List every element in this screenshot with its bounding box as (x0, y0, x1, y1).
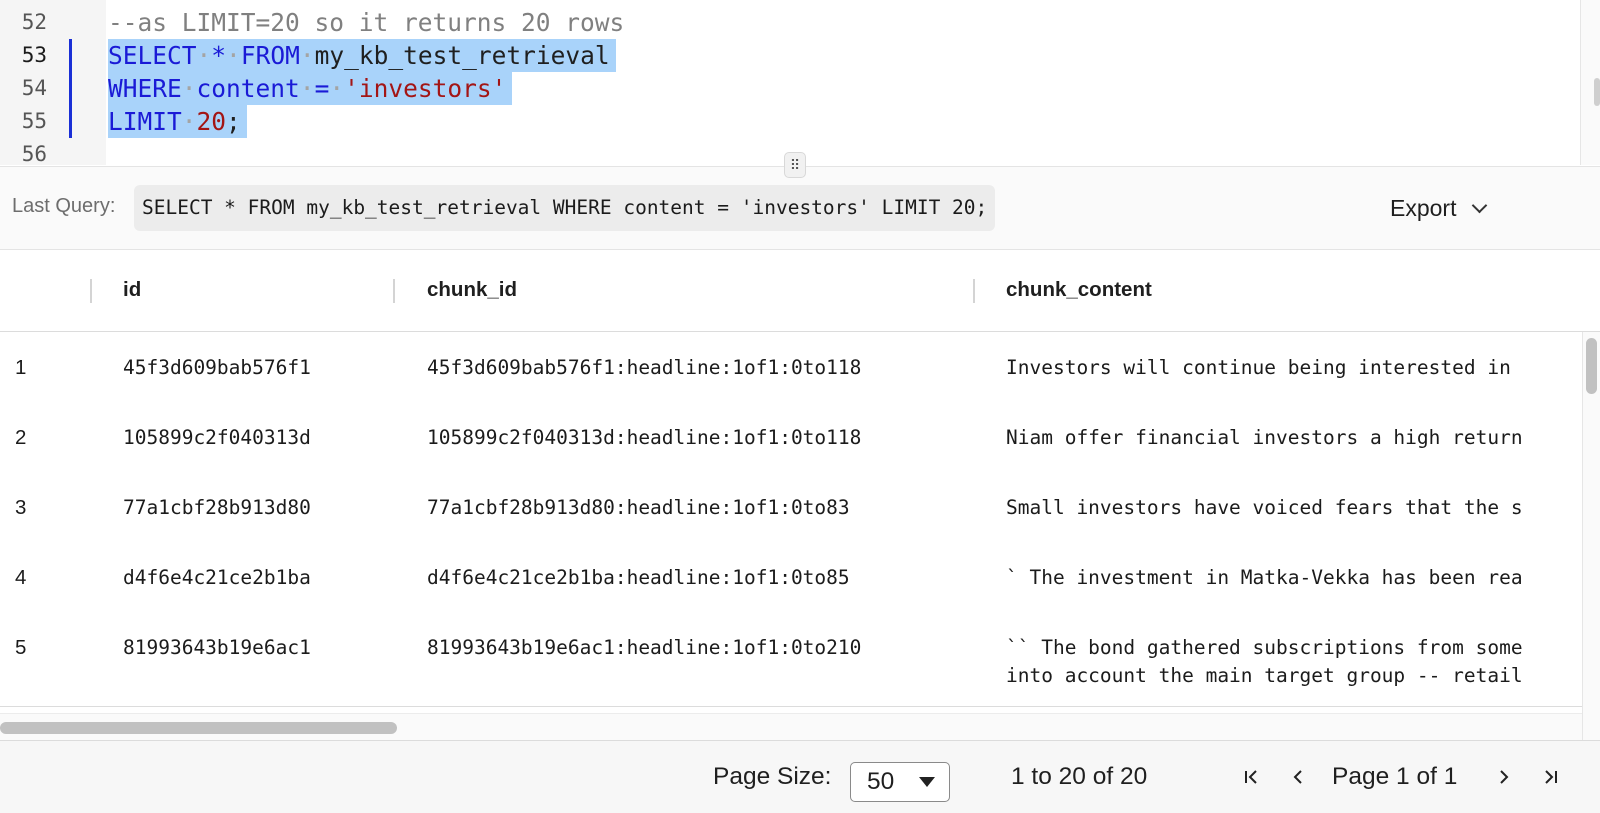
table-row[interactable]: 5 81993643b19e6ac1 81993643b19e6ac1:head… (0, 612, 1582, 707)
code-line[interactable]: 52 --as LIMIT=20 so it returns 20 rows (0, 6, 1600, 39)
cell-chunk-content[interactable]: Niam offer financial investors a high re… (1006, 424, 1582, 452)
row-number: 5 (15, 636, 27, 659)
chevron-down-icon (1472, 197, 1488, 213)
keyword-token: WHERE (108, 74, 182, 103)
page-size-select[interactable]: 50 (850, 762, 950, 802)
string-token: 'investors' (344, 74, 507, 103)
drag-handle-icon[interactable]: ⠿ (784, 152, 806, 178)
cell-id[interactable]: d4f6e4c21ce2b1ba (123, 564, 413, 592)
sql-editor[interactable]: 52 --as LIMIT=20 so it returns 20 rows 5… (0, 0, 1600, 165)
cell-id[interactable]: 77a1cbf28b913d80 (123, 494, 413, 522)
grid-vertical-scrollbar-thumb[interactable] (1586, 338, 1597, 394)
grid-horizontal-scrollbar[interactable] (0, 713, 1582, 740)
cell-chunk-content[interactable]: Small investors have voiced fears that t… (1006, 494, 1582, 522)
column-header-id[interactable]: id (123, 278, 141, 302)
keyword-token: FROM (240, 41, 300, 70)
change-indicator (69, 39, 72, 72)
keyword-token: SELECT (108, 41, 197, 70)
keyword-token: LIMIT (108, 107, 182, 136)
change-indicator (69, 72, 72, 105)
caret-down-icon (919, 777, 935, 787)
cell-chunk-id[interactable]: 77a1cbf28b913d80:headline:1of1:0to83 (427, 494, 987, 522)
line-number: 54 (21, 76, 47, 100)
column-resize-handle[interactable] (90, 279, 92, 303)
identifier-token: content (196, 74, 300, 103)
line-number: 56 (21, 142, 47, 165)
cell-chunk-id[interactable]: 45f3d609bab576f1:headline:1of1:0to118 (427, 354, 987, 382)
column-resize-handle[interactable] (973, 279, 975, 303)
prev-page-icon[interactable] (1286, 763, 1310, 791)
export-label: Export (1390, 194, 1457, 221)
line-number: 55 (21, 109, 47, 133)
export-button[interactable]: Export (1390, 187, 1488, 229)
identifier-token: my_kb_test_retrieval (314, 41, 610, 70)
cell-chunk-content[interactable]: ` The investment in Matka-Vekka has been… (1006, 564, 1582, 592)
code-line[interactable]: 53 SELECT·*·FROM·my_kb_test_retrieval (0, 39, 1600, 72)
last-query-bar: Last Query: SELECT * FROM my_kb_test_ret… (0, 166, 1600, 250)
pagination-bar: Page Size: 50 1 to 20 of 20 Page 1 of 1 (0, 740, 1600, 813)
code-line[interactable]: 54 WHERE·content·=·'investors' (0, 72, 1600, 105)
column-resize-handle[interactable] (393, 279, 395, 303)
cell-chunk-content[interactable]: Investors will continue being interested… (1006, 354, 1582, 382)
cell-id[interactable]: 105899c2f040313d (123, 424, 413, 452)
line-number: 52 (21, 10, 47, 34)
code-line[interactable]: 55 LIMIT·20; (0, 105, 1600, 138)
first-page-icon[interactable] (1240, 763, 1264, 791)
cell-id[interactable]: 81993643b19e6ac1 (123, 634, 413, 662)
row-range-summary: 1 to 20 of 20 (1011, 763, 1148, 790)
number-token: 20 (196, 107, 227, 136)
grid-horizontal-scrollbar-thumb[interactable] (0, 722, 397, 734)
cell-chunk-id[interactable]: 81993643b19e6ac1:headline:1of1:0to210 (427, 634, 987, 662)
page-size-label: Page Size: (713, 763, 832, 790)
editor-scrollbar-thumb[interactable] (1594, 78, 1600, 106)
last-query-label: Last Query: (12, 195, 116, 217)
cell-chunk-id[interactable]: 105899c2f040313d:headline:1of1:0to118 (427, 424, 987, 452)
cell-chunk-id[interactable]: d4f6e4c21ce2b1ba:headline:1of1:0to85 (427, 564, 987, 592)
table-row[interactable]: 3 77a1cbf28b913d80 77a1cbf28b913d80:head… (0, 472, 1582, 543)
punctuation-token: ; (226, 107, 241, 136)
operator-token: * (211, 41, 227, 70)
column-header-chunk-content[interactable]: chunk_content (1006, 278, 1152, 302)
row-number: 2 (15, 426, 27, 449)
last-page-icon[interactable] (1538, 763, 1562, 791)
last-query-text[interactable]: SELECT * FROM my_kb_test_retrieval WHERE… (134, 185, 996, 231)
cell-chunk-content[interactable]: `` The bond gathered subscriptions from … (1006, 634, 1582, 690)
editor-scrollbar[interactable] (1580, 0, 1600, 165)
row-number: 1 (15, 356, 27, 379)
page-indicator: Page 1 of 1 (1332, 763, 1458, 790)
next-page-icon[interactable] (1492, 763, 1516, 791)
change-indicator (69, 105, 72, 138)
line-number: 53 (21, 43, 47, 67)
table-row[interactable]: 1 45f3d609bab576f1 45f3d609bab576f1:head… (0, 332, 1582, 403)
operator-token: = (314, 74, 330, 103)
row-number: 4 (15, 566, 27, 589)
selected-code[interactable]: WHERE·content·=·'investors' (108, 72, 513, 105)
selected-code[interactable]: LIMIT·20; (108, 105, 247, 138)
column-header-chunk-id[interactable]: chunk_id (427, 278, 517, 302)
selected-code[interactable]: SELECT·*·FROM·my_kb_test_retrieval (108, 39, 616, 72)
cell-id[interactable]: 45f3d609bab576f1 (123, 354, 413, 382)
results-grid-body: 1 45f3d609bab576f1 45f3d609bab576f1:head… (0, 332, 1582, 707)
results-grid-header: id chunk_id chunk_content (0, 251, 1600, 332)
code-comment[interactable]: --as LIMIT=20 so it returns 20 rows (108, 6, 624, 39)
table-row[interactable]: 4 d4f6e4c21ce2b1ba d4f6e4c21ce2b1ba:head… (0, 542, 1582, 613)
grid-vertical-scrollbar[interactable] (1582, 332, 1600, 740)
row-number: 3 (15, 496, 27, 519)
table-row[interactable]: 2 105899c2f040313d 105899c2f040313d:head… (0, 402, 1582, 473)
page-size-value: 50 (867, 768, 895, 795)
